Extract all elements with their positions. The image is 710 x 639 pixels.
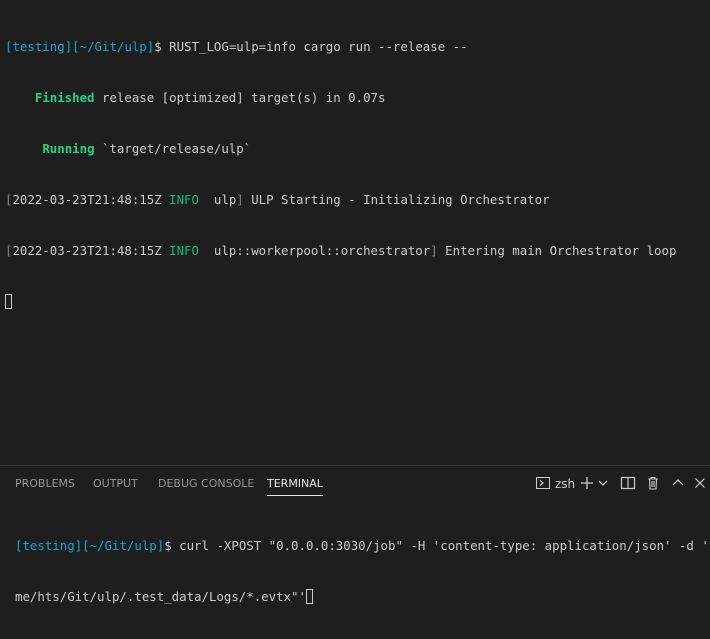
prompt-bracket: ][ [74, 538, 90, 553]
tab-problems[interactable]: PROBLEMS [15, 477, 75, 490]
chevron-down-icon [597, 475, 609, 494]
shell-selector[interactable]: zsh [535, 475, 575, 493]
split-terminal-button[interactable] [620, 475, 636, 493]
tab-output[interactable]: OUTPUT [93, 477, 138, 490]
new-terminal-button[interactable] [579, 475, 595, 493]
log-level: INFO [161, 243, 207, 258]
cargo-status-running: Running [42, 141, 95, 156]
cargo-finished-line: Finished release [optimized] target(s) i… [5, 89, 710, 106]
command-text: RUST_LOG=ulp=info cargo run --release -- [169, 39, 468, 54]
terminal-dropdown-button[interactable] [597, 475, 609, 493]
panel-terminal-output[interactable]: [testing][~/Git/ulp]$ curl -XPOST "0.0.0… [15, 503, 710, 639]
prompt-env: testing [22, 538, 75, 553]
log-message: ULP Starting - Initializing Orchestrator [243, 192, 550, 207]
tab-debug-console[interactable]: DEBUG CONSOLE [158, 477, 254, 490]
split-terminal-icon [620, 475, 636, 494]
terminal-cursor [5, 294, 12, 309]
bottom-panel: PROBLEMS OUTPUT DEBUG CONSOLE TERMINAL z… [0, 465, 710, 612]
terminal-command-continuation: me/hts/Git/ulp/.test_data/Logs/*.evtx"' [15, 588, 710, 605]
kill-terminal-button[interactable] [645, 475, 661, 493]
cargo-status-finished: Finished [34, 90, 95, 105]
prompt-path: ~/Git/ulp [79, 39, 147, 54]
log-module: ulp::workerpool::orchestrator [206, 243, 431, 258]
prompt-path: ~/Git/ulp [89, 538, 157, 553]
tab-terminal[interactable]: TERMINAL [267, 477, 323, 496]
cargo-running-line: Running `target/release/ulp` [5, 140, 710, 157]
prompt-bracket: ][ [64, 39, 80, 54]
prompt-env: testing [12, 39, 65, 54]
log-line: [2022-03-23T21:48:15Z INFO ulp] ULP Star… [5, 191, 710, 208]
shell-name: zsh [555, 477, 576, 491]
command-text: me/hts/Git/ulp/.test_data/Logs/*.evtx"' [15, 589, 306, 604]
close-icon [694, 475, 706, 494]
log-timestamp: 2022-03-23T21:48:15Z [12, 192, 162, 207]
cargo-finished-text: release [optimized] target(s) in 0.07s [94, 90, 386, 105]
close-panel-button[interactable] [694, 475, 706, 493]
prompt-dollar: $ [154, 39, 170, 54]
panel-tab-bar: PROBLEMS OUTPUT DEBUG CONSOLE TERMINAL z… [0, 466, 710, 500]
cargo-running-text: `target/release/ulp` [94, 141, 252, 156]
main-terminal-output[interactable]: [testing][~/Git/ulp]$ RUST_LOG=ulp=info … [5, 4, 710, 327]
log-message: Entering main Orchestrator loop [437, 243, 677, 258]
log-timestamp: 2022-03-23T21:48:15Z [12, 243, 162, 258]
terminal-command-line: [testing][~/Git/ulp]$ RUST_LOG=ulp=info … [5, 38, 710, 55]
terminal-command-line: [testing][~/Git/ulp]$ curl -XPOST "0.0.0… [15, 537, 710, 554]
log-line: [2022-03-23T21:48:15Z INFO ulp::workerpo… [5, 242, 710, 259]
log-module: ulp [206, 192, 237, 207]
log-level: INFO [161, 192, 207, 207]
plus-icon [579, 475, 595, 494]
log-bracket: ] [236, 192, 244, 207]
chevron-up-icon [671, 475, 685, 494]
trash-icon [645, 475, 661, 494]
terminal-cursor [305, 589, 313, 604]
cursor-line [5, 293, 710, 310]
prompt-dollar: $ [164, 538, 180, 553]
maximize-panel-button[interactable] [671, 475, 685, 493]
terminal-icon [535, 475, 551, 494]
log-bracket: ] [430, 243, 438, 258]
command-text: curl -XPOST "0.0.0.0:3030/job" -H 'conte… [179, 538, 710, 553]
